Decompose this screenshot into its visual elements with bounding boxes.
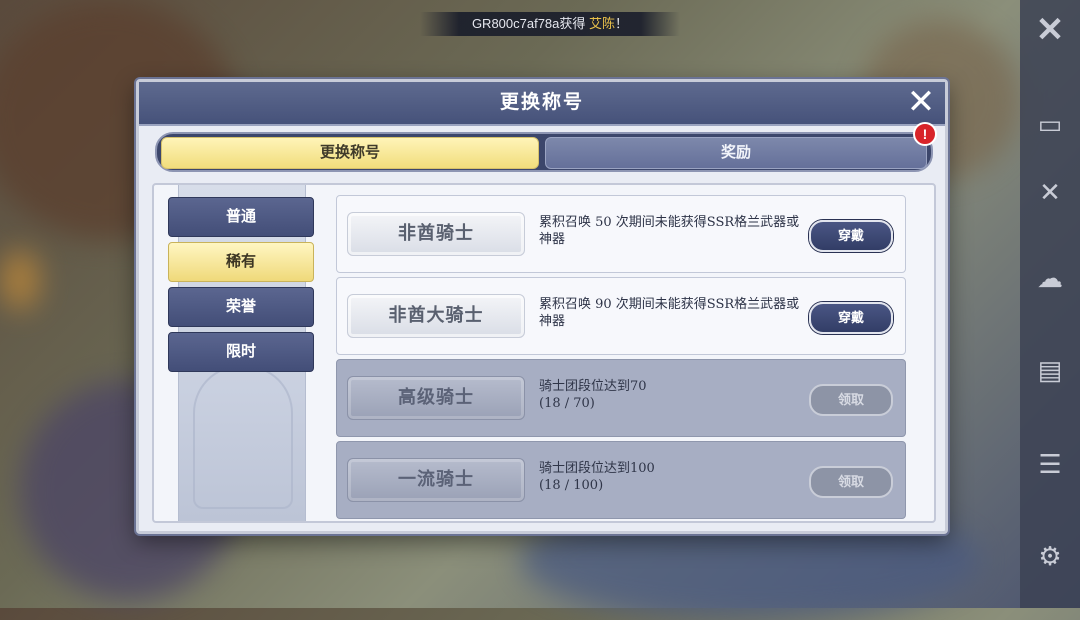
title-condition: 骑士团段位达到70: [539, 379, 647, 394]
notice-suffix: ！: [615, 16, 629, 31]
ticket-icon[interactable]: ▤: [1034, 354, 1066, 386]
title-description: 累积召唤 90 次期间未能获得SSR格兰武器或神器: [539, 296, 801, 330]
equip-button[interactable]: 穿戴: [809, 302, 893, 334]
title-nameplate: 非酋大骑士: [347, 294, 525, 338]
title-condition: 累积召唤 90 次期间未能获得SSR格兰武器或神器: [539, 297, 800, 329]
title-row: 高级骑士 骑士团段位达到70 (18 / 70) 领取: [336, 359, 906, 437]
side-menu-strip: ✕ ▭ ✕ ☁ ▤ ☰ ⚙: [1020, 0, 1080, 608]
title-condition: 骑士团段位达到100: [539, 461, 655, 476]
notice-item: 艾陈: [589, 16, 616, 31]
list-icon[interactable]: ☰: [1034, 448, 1066, 480]
close-button[interactable]: ✕: [903, 85, 939, 121]
claim-button[interactable]: 领取: [809, 384, 893, 416]
notice-player: GR800c7af78a: [471, 16, 560, 31]
dialog-title: 更换称号: [499, 92, 584, 113]
tab-bar: 更换称号 奖励 !: [155, 122, 937, 172]
title-row: 非酋大骑士 累积召唤 90 次期间未能获得SSR格兰武器或神器 穿戴: [336, 277, 906, 355]
close-icon: ✕: [906, 83, 936, 121]
rewards-alert-badge: !: [913, 122, 937, 146]
title-description: 累积召唤 50 次期间未能获得SSR格兰武器或神器: [539, 214, 801, 248]
tab-change-title[interactable]: 更换称号: [161, 137, 539, 169]
title-name: 高级骑士: [398, 387, 474, 408]
tab-rewards-label: 奖励: [720, 144, 751, 161]
category-rare[interactable]: 稀有: [168, 242, 314, 282]
settings-gear-icon[interactable]: ⚙: [1034, 540, 1066, 572]
notice-action: 获得: [559, 16, 586, 31]
title-condition: 累积召唤 50 次期间未能获得SSR格兰武器或神器: [539, 215, 800, 247]
title-name: 非酋大骑士: [388, 305, 484, 326]
system-notice-banner: GR800c7af78a获得 艾陈！: [420, 12, 680, 36]
title-row: 一流骑士 骑士团段位达到100 (18 / 100) 领取: [336, 441, 906, 519]
swords-icon[interactable]: ✕: [1034, 176, 1066, 208]
title-progress: (18 / 100): [539, 478, 604, 493]
dialog-header: 更换称号 ✕: [139, 82, 945, 126]
change-title-dialog: 更换称号 ✕ 更换称号 奖励 ! 普通 稀有 荣誉 限时 非酋骑士 累积召唤 5…: [136, 79, 948, 534]
tab-rewards[interactable]: 奖励: [545, 137, 927, 169]
title-description: 骑士团段位达到100 (18 / 100): [539, 460, 801, 494]
claim-button[interactable]: 领取: [809, 466, 893, 498]
book-icon[interactable]: ▭: [1034, 108, 1066, 140]
title-name: 一流骑士: [398, 469, 474, 490]
menu-close-icon[interactable]: ✕: [1034, 13, 1066, 47]
cloud-icon[interactable]: ☁: [1034, 262, 1066, 294]
title-list: 非酋骑士 累积召唤 50 次期间未能获得SSR格兰武器或神器 穿戴 非酋大骑士 …: [336, 195, 908, 521]
title-nameplate: 一流骑士: [347, 458, 525, 502]
title-row: 非酋骑士 累积召唤 50 次期间未能获得SSR格兰武器或神器 穿戴: [336, 195, 906, 273]
title-nameplate: 非酋骑士: [347, 212, 525, 256]
title-nameplate: 高级骑士: [347, 376, 525, 420]
title-progress: (18 / 70): [539, 396, 595, 411]
equip-button[interactable]: 穿戴: [809, 220, 893, 252]
title-description: 骑士团段位达到70 (18 / 70): [539, 378, 801, 412]
content-panel: 普通 稀有 荣誉 限时 非酋骑士 累积召唤 50 次期间未能获得SSR格兰武器或…: [152, 183, 936, 523]
title-name: 非酋骑士: [398, 223, 474, 244]
category-honor[interactable]: 荣誉: [168, 287, 314, 327]
category-common[interactable]: 普通: [168, 197, 314, 237]
category-limited[interactable]: 限时: [168, 332, 314, 372]
category-nav: 普通 稀有 荣誉 限时: [154, 185, 332, 521]
